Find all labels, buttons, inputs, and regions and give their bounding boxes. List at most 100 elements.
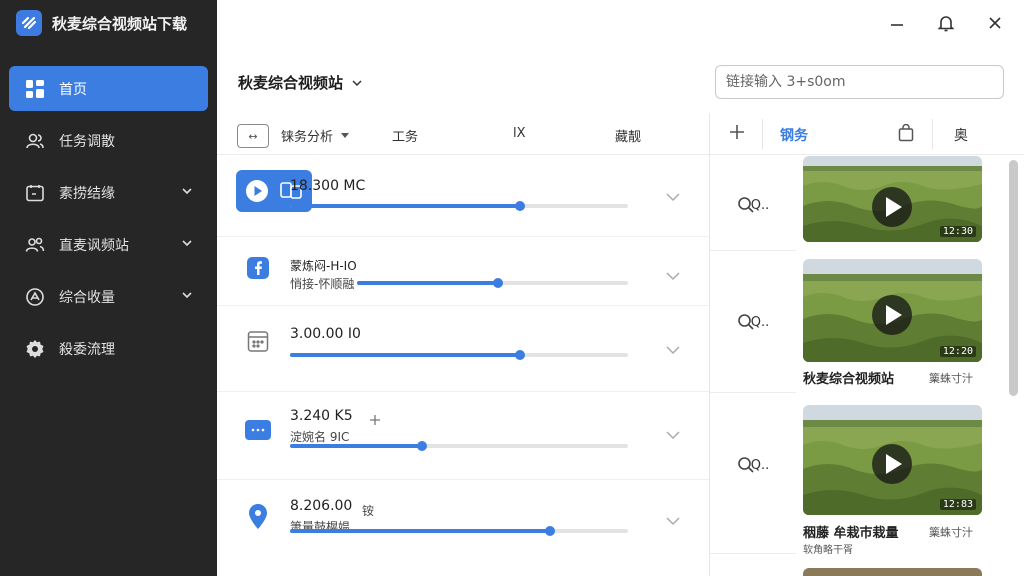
swap-icon: ↔ <box>248 129 258 143</box>
chevron-down-icon <box>352 79 362 86</box>
toolbar-item-collection[interactable]: 藏靓 <box>615 126 641 145</box>
progress-fill <box>290 204 520 208</box>
video-meta: 篥蛛寸汁 <box>929 526 973 539</box>
task-row[interactable]: 蒙炼闷-H-IO 悄接-怀顺融 <box>217 237 709 305</box>
task-title: 8.206.00 <box>290 498 353 514</box>
plus-icon[interactable] <box>369 414 381 426</box>
calendar-icon <box>25 183 45 203</box>
progress-handle[interactable] <box>514 350 525 360</box>
chart-circle-icon <box>25 287 45 307</box>
add-tab-button[interactable] <box>728 123 746 145</box>
chevron-down-icon[interactable] <box>665 271 681 281</box>
video-title: 秵藤 牟栽巿栽量 <box>803 526 899 541</box>
task-subtitle: 淀婉名 9IC <box>290 430 350 444</box>
chevron-down-icon <box>182 292 192 299</box>
preview-search-button[interactable]: Q.. <box>710 415 796 515</box>
sidebar-item-tasks[interactable]: 任务调散 <box>9 118 208 163</box>
sidebar-item-settings[interactable]: 殺委流理 <box>9 326 208 371</box>
location-pin-icon <box>247 504 269 530</box>
search-label: Q.. <box>750 197 770 213</box>
toolbar-item-label: 铼务分析 <box>281 130 334 145</box>
task-toolbar: ↔ 铼务分析 工务 lX 藏靓 <box>217 113 711 155</box>
preview-search-button[interactable]: Q.. <box>710 160 796 250</box>
task-title: 3.240 K5 <box>290 408 353 424</box>
sidebar-item-collection[interactable]: 综合收量 <box>9 274 208 319</box>
video-subtitle: 软角略干胥 <box>803 545 853 556</box>
toolbar-item-x[interactable]: lX <box>513 126 526 141</box>
minimize-button[interactable] <box>886 12 908 34</box>
app-header: 秋麦综合视频站下载 <box>0 0 217 46</box>
progress-fill <box>290 353 520 357</box>
video-meta: 篥蛛寸汁 <box>929 372 973 385</box>
progress-handle[interactable] <box>492 278 503 288</box>
bag-icon <box>898 123 914 142</box>
notification-button[interactable] <box>935 12 957 34</box>
caret-down-icon <box>341 132 350 138</box>
task-extra: 铵 <box>362 504 375 518</box>
preview-search-button[interactable]: Q.. <box>710 272 796 372</box>
task-row[interactable]: 18.300 MC <box>217 158 709 234</box>
sidebar-item-label: 综合收量 <box>59 289 115 306</box>
tab-tasks[interactable]: 钢务 <box>780 125 808 145</box>
progress-bar <box>290 201 628 211</box>
sidebar-item-label: 首页 <box>59 81 87 98</box>
chevron-down-icon[interactable] <box>665 345 681 355</box>
video-duration: 12:30 <box>939 226 976 237</box>
sidebar-item-home[interactable]: 首页 <box>9 66 208 111</box>
progress-handle[interactable] <box>514 201 525 211</box>
video-thumbnail[interactable]: 12:83 <box>803 405 982 515</box>
task-title: 3.00.00 I0 <box>290 326 361 342</box>
task-row[interactable]: 8.206.00 铵 箫量鼓榥媪 <box>217 480 709 570</box>
row-divider <box>710 392 796 393</box>
progress-handle[interactable] <box>416 441 427 451</box>
tab-other[interactable]: 奥 <box>954 125 968 145</box>
sidebar-item-label: 直麦讽频站 <box>59 237 129 254</box>
video-thumbnail[interactable]: 12:30 <box>803 156 982 242</box>
user-group-icon <box>25 235 45 255</box>
row-divider <box>710 250 796 251</box>
minimize-icon <box>891 24 903 26</box>
chevron-down-icon[interactable] <box>665 192 681 202</box>
progress-bar <box>290 526 628 536</box>
page-title: 秋麦综合视频站 <box>238 74 344 92</box>
task-row[interactable]: 3.240 K5 淀婉名 9IC <box>217 392 709 478</box>
calendar-grid-icon <box>246 328 270 354</box>
close-icon <box>989 17 1001 29</box>
sidebar-item-video-site[interactable]: 直麦讽频站 <box>9 222 208 267</box>
task-row[interactable]: 3.00.00 I0 <box>217 306 709 390</box>
chevron-down-icon[interactable] <box>665 430 681 440</box>
close-button[interactable] <box>984 12 1006 34</box>
tab-divider <box>762 119 763 149</box>
row-divider <box>710 553 796 554</box>
page-title-dropdown[interactable]: 秋麦综合视频站 <box>238 72 363 93</box>
bell-icon <box>937 16 955 32</box>
toolbar-item-label: lX <box>513 126 526 141</box>
preview-scrollbar[interactable] <box>1009 160 1018 396</box>
task-title: 蒙炼闷-H-IO <box>290 259 357 273</box>
swap-button[interactable]: ↔ <box>237 124 269 148</box>
video-thumbnail[interactable]: 12:20 <box>803 259 982 362</box>
plus-icon <box>730 125 744 139</box>
chevron-down-icon <box>182 240 192 247</box>
sidebar-item-label: 任务调散 <box>59 133 115 150</box>
progress-fill <box>290 529 551 533</box>
link-search-input[interactable] <box>715 65 1004 99</box>
gear-icon <box>25 339 45 359</box>
grid-icon <box>25 79 45 99</box>
video-title: 秋麦综合视频站 <box>803 372 895 387</box>
bag-button[interactable] <box>898 123 914 146</box>
task-subtitle: 悄接-怀顺融 <box>290 277 355 291</box>
chevron-down-icon[interactable] <box>665 516 681 526</box>
toolbar-analysis-dropdown[interactable]: 铼务分析 <box>281 126 350 145</box>
search-label: Q.. <box>750 314 770 330</box>
sidebar-item-materials[interactable]: 素捞结缘 <box>9 170 208 215</box>
toolbar-item-label: 工务 <box>392 130 419 145</box>
toolbar-item-tasks[interactable]: 工务 <box>392 126 418 145</box>
tab-divider <box>932 119 933 149</box>
video-duration: 12:83 <box>939 499 976 510</box>
video-thumbnail-partial[interactable] <box>803 568 982 576</box>
chevron-down-icon <box>182 188 192 195</box>
subtitle-icon <box>245 420 271 440</box>
progress-handle[interactable] <box>545 526 556 536</box>
users-icon <box>25 131 45 151</box>
